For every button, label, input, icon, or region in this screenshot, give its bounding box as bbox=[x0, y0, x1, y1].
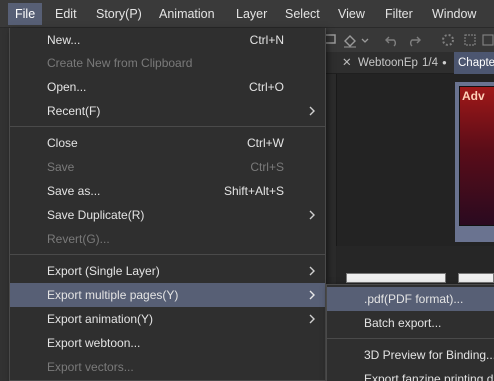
menu-item-label: Export fanzine printing d bbox=[364, 372, 494, 381]
page-thumbnail[interactable] bbox=[346, 273, 446, 283]
menu-item-export-single-layer[interactable]: Export (Single Layer) bbox=[10, 259, 325, 283]
tab-close-icon[interactable]: ✕ bbox=[338, 52, 352, 74]
menu-animation[interactable]: Animation bbox=[152, 3, 222, 25]
menu-item-label: Export webtoon... bbox=[47, 336, 141, 350]
menu-item-label: 3D Preview for Binding... bbox=[364, 348, 494, 362]
submenu-item-3d-preview-binding[interactable]: 3D Preview for Binding... bbox=[327, 343, 494, 367]
menu-item-export-webtoon[interactable]: Export webtoon... bbox=[10, 331, 325, 355]
menu-item-label: Save as... bbox=[47, 184, 101, 198]
menu-item-export-animation[interactable]: Export animation(Y) bbox=[10, 307, 325, 331]
submenu-item-pdf[interactable]: .pdf(PDF format)... bbox=[327, 287, 494, 311]
menu-item-label: Batch export... bbox=[364, 316, 442, 330]
menu-item-shortcut: Ctrl+O bbox=[248, 80, 284, 94]
menu-item-shortcut: Ctrl+N bbox=[249, 33, 284, 47]
tab-modified-dot: ● bbox=[442, 58, 447, 67]
selected-page-thumbnail[interactable]: Adv bbox=[455, 82, 494, 242]
page-thumbnail-panel: Adv Co bbox=[336, 74, 494, 314]
menu-separator bbox=[10, 126, 325, 127]
menu-item-label: Export vectors... bbox=[47, 360, 134, 374]
chevron-right-icon bbox=[309, 290, 315, 300]
menu-item-label: Recent(F) bbox=[47, 104, 101, 118]
menu-layer[interactable]: Layer bbox=[229, 3, 274, 25]
menu-item-save: Save Ctrl+S bbox=[10, 155, 325, 179]
submenu-item-batch-export[interactable]: Batch export... bbox=[327, 311, 494, 335]
menu-item-label: Export (Single Layer) bbox=[47, 264, 160, 278]
chevron-right-icon bbox=[309, 106, 315, 116]
menu-item-save-as[interactable]: Save as... Shift+Alt+S bbox=[10, 179, 325, 203]
file-menu: New... Ctrl+N Create New from Clipboard … bbox=[9, 28, 326, 381]
menu-edit[interactable]: Edit bbox=[48, 3, 84, 25]
menu-item-export-vectors: Export vectors... bbox=[10, 355, 325, 379]
chevron-right-icon bbox=[309, 210, 315, 220]
menu-item-label: Save bbox=[47, 160, 75, 174]
menu-view[interactable]: View bbox=[331, 3, 372, 25]
menu-item-revert: Revert(G)... bbox=[10, 227, 325, 251]
menu-window[interactable]: Window bbox=[425, 3, 483, 25]
cover-image: Adv bbox=[459, 86, 494, 226]
menu-separator bbox=[10, 254, 325, 255]
menu-item-label: Export animation(Y) bbox=[47, 312, 154, 326]
menu-item-recent[interactable]: Recent(F) bbox=[10, 99, 325, 123]
menu-story[interactable]: Story(P) bbox=[89, 3, 149, 25]
menu-separator bbox=[327, 338, 494, 339]
menu-item-close[interactable]: Close Ctrl+W bbox=[10, 131, 325, 155]
loading-icon[interactable] bbox=[440, 32, 456, 48]
fill-bucket-icon[interactable] bbox=[342, 32, 358, 48]
submenu-item-export-fanzine[interactable]: Export fanzine printing d bbox=[327, 367, 494, 381]
tab-page-indicator: 1/4 bbox=[422, 57, 438, 69]
page-thumbnail[interactable] bbox=[458, 273, 494, 283]
transform-icon[interactable] bbox=[462, 32, 478, 48]
cover-title: Adv bbox=[462, 89, 485, 103]
menu-select[interactable]: Select bbox=[278, 3, 327, 25]
chevron-right-icon bbox=[309, 314, 315, 324]
grid-icon[interactable] bbox=[480, 32, 494, 48]
menu-item-shortcut: Shift+Alt+S bbox=[223, 184, 284, 198]
menu-item-label: Close bbox=[47, 136, 78, 150]
menu-item-create-from-clipboard: Create New from Clipboard bbox=[10, 51, 325, 75]
document-tab-bar: ✕ WebtoonEp 1/4 ● Chapte bbox=[320, 52, 494, 74]
chevron-down-icon[interactable] bbox=[360, 32, 370, 48]
menu-item-label: Revert(G)... bbox=[47, 232, 110, 246]
menu-item-label: .pdf(PDF format)... bbox=[364, 292, 464, 306]
menu-item-label: Export multiple pages(Y) bbox=[47, 288, 179, 302]
menu-item-new[interactable]: New... Ctrl+N bbox=[10, 28, 325, 52]
export-multiple-pages-submenu: .pdf(PDF format)... Batch export... 3D P… bbox=[326, 284, 494, 381]
menu-bar: File Edit Story(P) Animation Layer Selec… bbox=[0, 0, 494, 28]
chevron-right-icon bbox=[309, 266, 315, 276]
menu-item-shortcut: Ctrl+S bbox=[250, 160, 284, 174]
tab-chapter[interactable]: Chapte bbox=[454, 52, 494, 74]
menu-item-save-duplicate[interactable]: Save Duplicate(R) bbox=[10, 203, 325, 227]
menu-item-export-multiple-pages[interactable]: Export multiple pages(Y) bbox=[10, 283, 325, 307]
menu-item-open[interactable]: Open... Ctrl+O bbox=[10, 75, 325, 99]
left-panel-strip bbox=[0, 28, 9, 381]
menu-file[interactable]: File bbox=[8, 3, 43, 25]
menu-item-label: New... bbox=[47, 33, 81, 47]
menu-item-label: Open... bbox=[47, 80, 87, 94]
menu-item-label: Create New from Clipboard bbox=[47, 56, 193, 70]
menu-item-label: Save Duplicate(R) bbox=[47, 208, 145, 222]
toolbar bbox=[320, 28, 494, 52]
redo-icon[interactable] bbox=[406, 32, 422, 48]
menu-item-shortcut: Ctrl+W bbox=[247, 136, 284, 150]
menu-filter[interactable]: Filter bbox=[378, 3, 420, 25]
tab-document-name[interactable]: WebtoonEp bbox=[354, 52, 422, 74]
undo-icon[interactable] bbox=[384, 32, 400, 48]
